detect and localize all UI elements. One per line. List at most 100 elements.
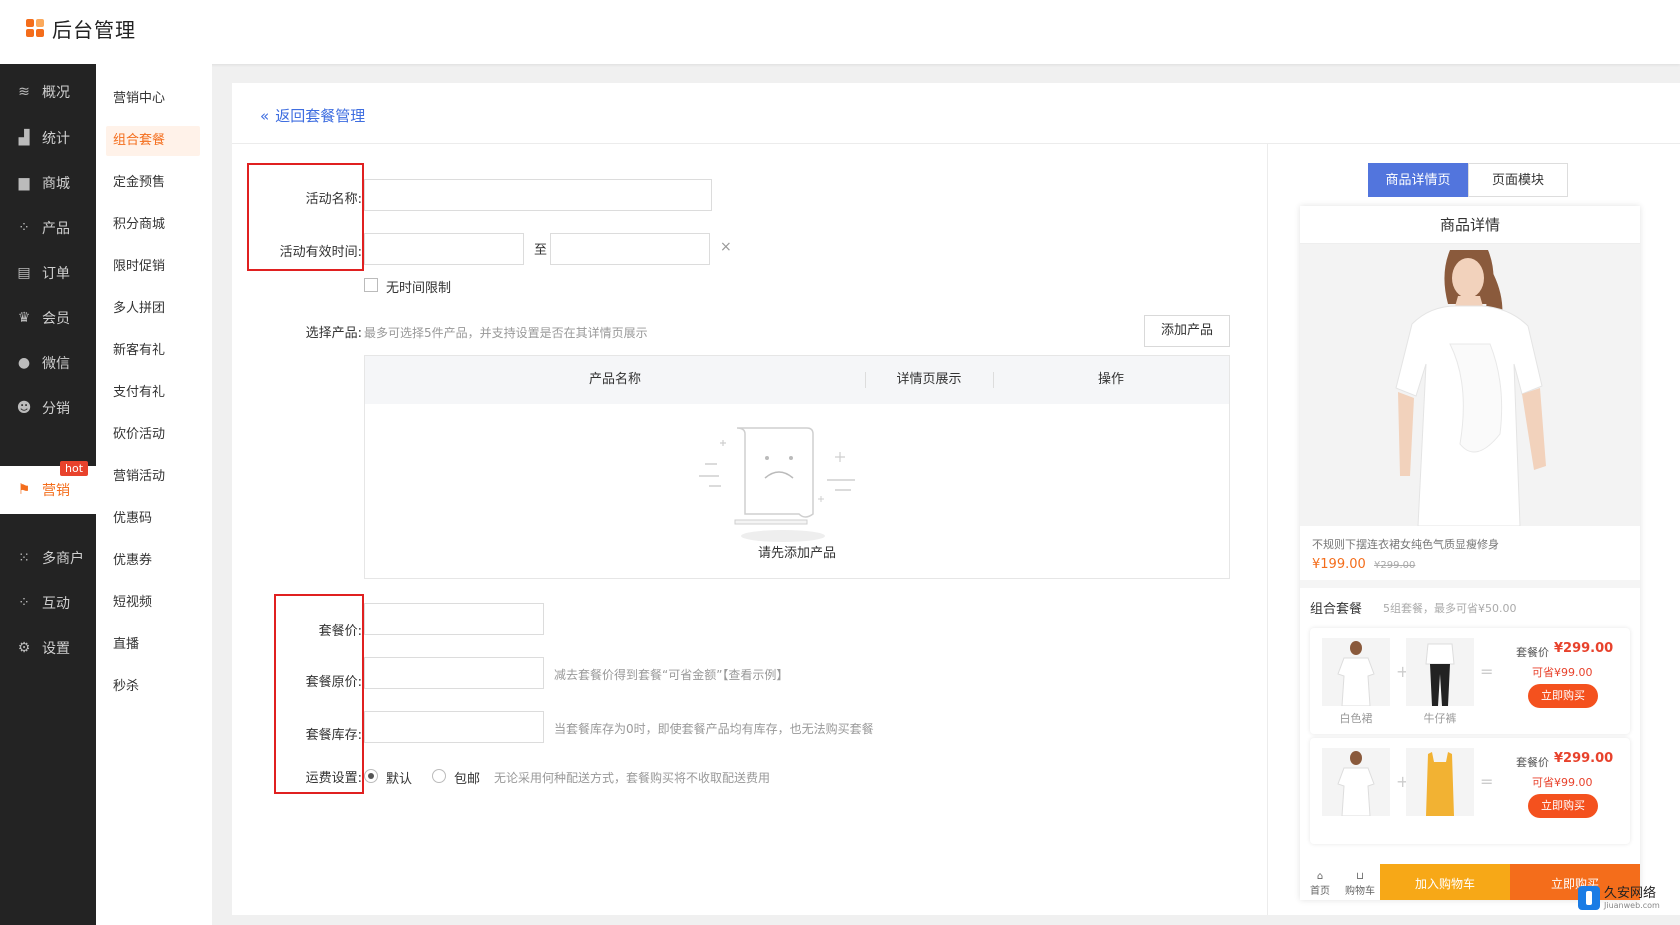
combo-price-input[interactable] — [364, 603, 544, 635]
date-separator: 至 — [534, 243, 548, 258]
combo-item-thumb — [1322, 748, 1390, 816]
no-time-limit-checkbox[interactable] — [364, 278, 378, 292]
top-bar: 后台管理 — [0, 0, 1680, 64]
layers-icon: ≋ — [18, 84, 30, 100]
user-icon: ☻ — [16, 400, 32, 416]
sidebar-item-distribution[interactable]: ☻ 分销 — [0, 384, 96, 432]
subnav-item-marketing-activity[interactable]: 营销活动 — [106, 462, 200, 492]
shipping-free-radio[interactable] — [432, 769, 446, 783]
combo-saving: 可省¥99.00 — [1532, 666, 1593, 679]
shipping-default-label: 默认 — [386, 772, 413, 787]
combo-price-tag: 套餐价 — [1516, 646, 1549, 659]
watermark-name: 久安网络 — [1604, 885, 1657, 901]
subnav-item-seckill[interactable]: 秒杀 — [106, 672, 200, 702]
secondary-sidebar: 营销中心 组合套餐 定金预售 积分商城 限时促销 多人拼团 新客有礼 支付有礼 … — [96, 64, 212, 925]
combo-price: ¥299.00 — [1554, 641, 1614, 656]
sidebar-item-product[interactable]: ⁘ 产品 — [0, 204, 96, 252]
primary-sidebar: ≋ 概况 ▟ 统计 ▆ 商城 ⁘ 产品 ▤ 订单 ♛ 会员 ● 微信 ☻ 分销 ⚑ 营销 ⁙ 多商户… — [0, 64, 96, 925]
sidebar-item-member[interactable]: ♛ 会员 — [0, 294, 96, 342]
add-to-cart-button[interactable]: 加入购物车 — [1380, 864, 1510, 900]
subnav-item-new-customer[interactable]: 新客有礼 — [106, 336, 200, 366]
subnav-item-bargain[interactable]: 砍价活动 — [106, 420, 200, 450]
combo-item-label: 白色裙 — [1339, 712, 1373, 725]
empty-message: 请先添加产品 — [757, 546, 836, 561]
subnav-item-group-buy[interactable]: 多人拼团 — [106, 294, 200, 324]
sidebar-item-merchant[interactable]: ⁙ 多商户 — [0, 534, 96, 582]
preview-title: 商品详情 — [1300, 206, 1640, 244]
subnav-item-presale[interactable]: 定金预售 — [106, 168, 200, 198]
subnav-item-combo[interactable]: 组合套餐 — [106, 126, 200, 156]
combo-item-thumb — [1322, 638, 1390, 706]
app-logo[interactable]: 后台管理 — [26, 14, 136, 43]
tab-product-detail[interactable]: 商品详情页 — [1368, 163, 1468, 197]
tab-page-module[interactable]: 页面模块 — [1468, 163, 1568, 197]
activity-name-input[interactable] — [364, 179, 712, 211]
cart-icon: ⊔ — [1356, 871, 1364, 882]
combo-stock-hint: 当套餐库存为0时，即使套餐产品均有库存，也无法购买套餐 — [554, 722, 874, 736]
subnav-item-coupon[interactable]: 优惠券 — [106, 546, 200, 576]
column-actions: 操作 — [1097, 372, 1124, 387]
product-name: 不规则下摆连衣裙女纯色气质显瘦修身 — [1312, 538, 1499, 551]
header-divider — [232, 143, 1680, 144]
hot-badge: hot — [60, 461, 89, 476]
watermark-domain: Jiuanweb.com — [1604, 900, 1660, 910]
combo-buy-button[interactable]: 立即购买 — [1528, 684, 1598, 708]
home-nav[interactable]: ⌂ 首页 — [1300, 864, 1340, 900]
combo-price-tag: 套餐价 — [1516, 756, 1549, 769]
combo-subtitle: 5组套餐，最多可省¥50.00 — [1383, 602, 1517, 615]
combo-item-thumb — [1406, 748, 1474, 816]
subnav-item-flash-sale[interactable]: 限时促销 — [106, 252, 200, 282]
sidebar-item-overview[interactable]: ≋ 概况 — [0, 68, 96, 116]
highlight-box-activity — [247, 163, 364, 271]
product-table: 产品名称 详情页展示 操作 请先添加产品 — [364, 355, 1230, 579]
preview-tabs: 商品详情页 页面模块 — [1368, 163, 1568, 197]
order-icon: ▤ — [17, 265, 31, 281]
combo-item-thumb — [1406, 638, 1474, 706]
sidebar-item-mall[interactable]: ▆ 商城 — [0, 159, 96, 207]
start-date-input[interactable] — [364, 233, 524, 265]
sidebar-item-stats[interactable]: ▟ 统计 — [0, 114, 96, 162]
end-date-input[interactable] — [550, 233, 710, 265]
subnav-item-marketing-center[interactable]: 营销中心 — [106, 84, 200, 114]
add-product-button[interactable]: 添加产品 — [1144, 315, 1230, 347]
cart-nav[interactable]: ⊔ 购物车 — [1340, 864, 1380, 900]
sidebar-item-interact[interactable]: ⁘ 互动 — [0, 579, 96, 627]
wechat-icon: ● — [17, 355, 31, 371]
preview-divider — [1267, 143, 1268, 915]
column-product-name: 产品名称 — [588, 372, 641, 387]
product-image — [1300, 244, 1640, 526]
interact-icon: ⁘ — [18, 595, 30, 611]
sidebar-item-order[interactable]: ▤ 订单 — [0, 249, 96, 297]
app-title: 后台管理 — [52, 18, 136, 42]
subnav-item-promo-code[interactable]: 优惠码 — [106, 504, 200, 534]
subnav-item-short-video[interactable]: 短视频 — [106, 588, 200, 618]
back-link[interactable]: « 返回套餐管理 — [260, 105, 365, 126]
combo-card[interactable]: + = 套餐价 ¥299.00 可省¥99.00 立即购买 — [1310, 738, 1630, 844]
clear-date-icon[interactable]: × — [720, 239, 732, 255]
shipping-default-radio[interactable] — [364, 769, 378, 783]
equals-icon: = — [1480, 662, 1494, 681]
shipping-hint: 无论采用何种配送方式，套餐购买将不收取配送费用 — [494, 771, 771, 785]
original-price-input[interactable] — [364, 657, 544, 689]
double-chevron-left-icon: « — [260, 106, 270, 125]
watermark: 久安网络 Jiuanweb.com — [1578, 886, 1660, 910]
subnav-item-pay-gift[interactable]: 支付有礼 — [106, 378, 200, 408]
sidebar-item-settings[interactable]: ⚙ 设置 — [0, 624, 96, 672]
combo-section: 组合套餐 5组套餐，最多可省¥50.00 白色裙 + 牛仔裤 = 套餐价 ¥29… — [1300, 588, 1640, 900]
subnav-item-live[interactable]: 直播 — [106, 630, 200, 660]
product-old-price: ¥299.00 — [1374, 560, 1416, 571]
combo-card[interactable]: 白色裙 + 牛仔裤 = 套餐价 ¥299.00 可省¥99.00 立即购买 — [1310, 628, 1630, 734]
combo-buy-button[interactable]: 立即购买 — [1528, 794, 1598, 818]
store-icon: ▆ — [18, 175, 30, 191]
original-price-hint[interactable]: 减去套餐价得到套餐“可省金额”【查看示例】 — [554, 666, 788, 683]
select-product-label: 选择产品: — [305, 326, 362, 341]
subnav-item-points-mall[interactable]: 积分商城 — [106, 210, 200, 240]
sidebar-item-wechat[interactable]: ● 微信 — [0, 339, 96, 387]
main-panel: « 返回套餐管理 活动名称: 活动有效时间: 至 × 无时间限制 选择产品: 最… — [232, 83, 1680, 915]
mobile-preview: 商品详情 不规则下摆连衣裙女纯色气质显瘦修身 ¥199.00 ¥299.00 组… — [1300, 206, 1640, 900]
combo-stock-input[interactable] — [364, 711, 544, 743]
highlight-box-price — [274, 594, 364, 794]
combo-price: ¥299.00 — [1554, 751, 1614, 766]
equals-icon: = — [1480, 772, 1494, 791]
grid-icon: ⁘ — [18, 220, 30, 236]
